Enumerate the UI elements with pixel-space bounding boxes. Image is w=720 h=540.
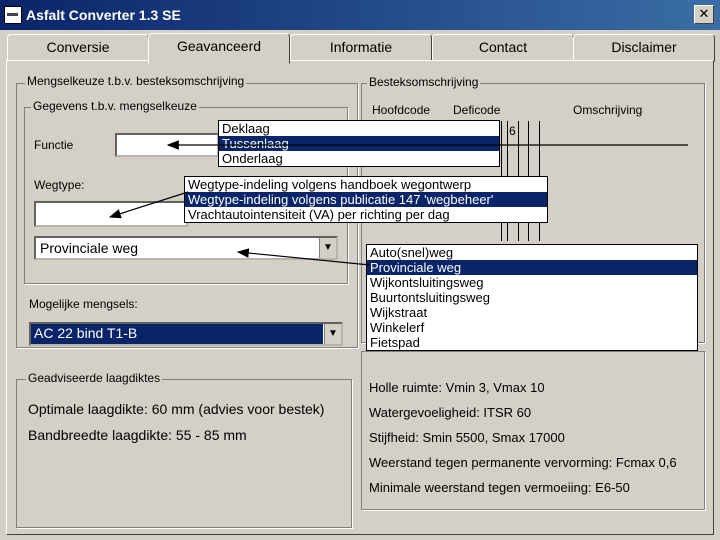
road-type-select[interactable]: Provinciale weg ▼: [34, 236, 338, 260]
property-fatigue-resistance: Minimale weerstand tegen vermoeiing: E6-…: [369, 480, 630, 495]
tab-informatie[interactable]: Informatie: [290, 34, 432, 62]
chevron-down-icon[interactable]: ▼: [324, 324, 341, 344]
thickness-range: Bandbreedte laagdikte: 55 - 85 mm: [28, 427, 247, 443]
mixes-value: AC 22 bind T1-B: [31, 324, 323, 344]
wegtype-option[interactable]: Wegtype-indeling volgens publicatie 147 …: [185, 192, 547, 207]
advice-group-title: Geadviseerde laagdiktes: [26, 371, 163, 385]
spec-value-fragment: 6: [509, 124, 516, 138]
road-type-option[interactable]: Wijkstraat: [367, 305, 697, 320]
wegtype-option[interactable]: Wegtype-indeling volgens handboek wegont…: [185, 177, 547, 192]
road-type-option[interactable]: Fietspad: [367, 335, 697, 350]
wegtype-label: Wegtype:: [34, 178, 85, 192]
chevron-down-icon[interactable]: ▼: [319, 238, 336, 258]
tab-disclaimer[interactable]: Disclaimer: [573, 34, 715, 62]
tab-conversie[interactable]: Conversie: [7, 34, 149, 62]
spec-group-title: Besteksomschrijving: [367, 75, 481, 89]
wegtype-field[interactable]: [34, 201, 188, 227]
app-icon: [4, 6, 22, 24]
tab-geavanceerd[interactable]: Geavanceerd: [148, 33, 290, 64]
road-type-option[interactable]: Wijkontsluitingsweg: [367, 275, 697, 290]
mix-choice-group-title: Mengselkeuze t.b.v. besteksomschrijving: [25, 74, 247, 88]
property-voids: Holle ruimte: Vmin 3, Vmax 10: [369, 380, 545, 395]
road-type-option[interactable]: Buurtontsluitingsweg: [367, 290, 697, 305]
functie-label: Functie: [34, 138, 74, 152]
functie-field[interactable]: [115, 133, 219, 157]
property-deformation-resistance: Weerstand tegen permanente vervorming: F…: [369, 455, 677, 470]
mixes-select[interactable]: AC 22 bind T1-B ▼: [29, 322, 343, 346]
road-type-dropdown: Auto(snel)weg Provinciale weg Wijkontsluit…: [366, 244, 698, 351]
wegtype-option[interactable]: Vrachtautointensiteit (VA) per richting …: [185, 207, 547, 222]
functie-option[interactable]: Deklaag: [219, 121, 499, 136]
road-type-option[interactable]: Auto(snel)weg: [367, 245, 697, 260]
functie-dropdown: Deklaag Tussenlaag Onderlaag: [218, 120, 500, 167]
wegtype-dropdown: Wegtype-indeling volgens handboek wegont…: [184, 176, 548, 223]
functie-option[interactable]: Onderlaag: [219, 151, 499, 166]
road-type-value: Provinciale weg: [40, 240, 139, 256]
tab-contact[interactable]: Contact: [432, 34, 574, 62]
column-header-omschrijving: Omschrijving: [573, 103, 643, 117]
close-button[interactable]: ✕: [694, 5, 714, 24]
title-bar: Asfalt Converter 1.3 SE ✕: [0, 0, 720, 30]
property-stiffness: Stijfheid: Smin 5500, Smax 17000: [369, 430, 565, 445]
window-title: Asfalt Converter 1.3 SE: [26, 7, 181, 23]
column-header-hoofdcode: Hoofdcode: [372, 103, 431, 117]
functie-option[interactable]: Tussenlaag: [219, 136, 499, 151]
road-type-option[interactable]: Provinciale weg: [367, 260, 697, 275]
mixes-label: Mogelijke mengsels:: [29, 297, 138, 311]
property-water-sensitivity: Watergevoeligheid: ITSR 60: [369, 405, 532, 420]
column-header-deficode: Deficode: [453, 103, 501, 117]
mix-data-group-title: Gegevens t.b.v. mengselkeuze: [31, 99, 199, 113]
road-type-option[interactable]: Winkelerf: [367, 320, 697, 335]
optimal-thickness: Optimale laagdikte: 60 mm (advies voor b…: [28, 401, 325, 417]
